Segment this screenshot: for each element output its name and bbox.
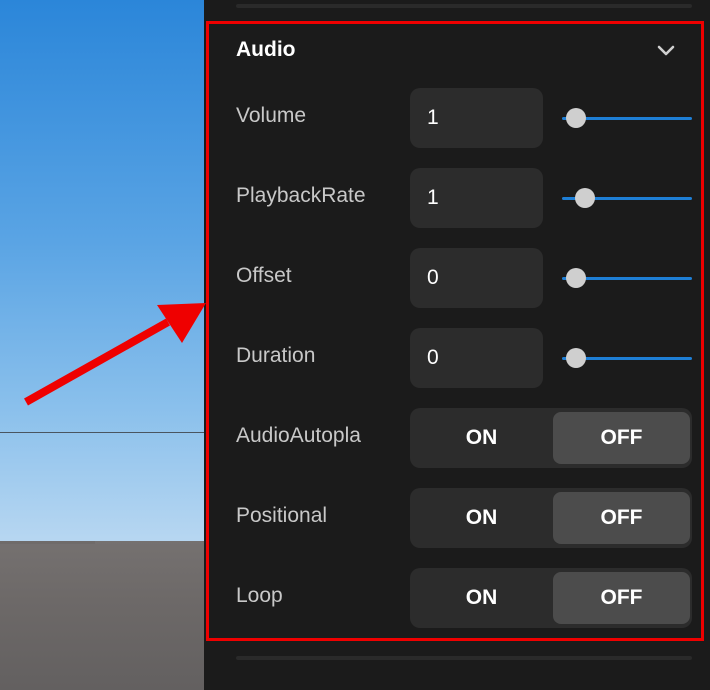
chevron-down-icon[interactable] xyxy=(656,44,676,58)
volume-input[interactable]: 1 xyxy=(410,88,543,148)
positional-off-button[interactable]: OFF xyxy=(553,492,690,544)
3d-viewport[interactable] xyxy=(0,0,204,690)
autoplay-off-button[interactable]: OFF xyxy=(553,412,690,464)
slider-thumb[interactable] xyxy=(575,188,596,208)
duration-label: Duration xyxy=(236,344,316,367)
slider-thumb[interactable] xyxy=(566,348,587,368)
slider-thumb[interactable] xyxy=(566,268,587,288)
playback-rate-label: PlaybackRate xyxy=(236,184,366,207)
playback-rate-slider[interactable] xyxy=(562,188,692,208)
offset-input[interactable]: 0 xyxy=(410,248,543,308)
volume-slider[interactable] xyxy=(562,108,692,128)
volume-label: Volume xyxy=(236,104,307,127)
section-divider-bottom xyxy=(236,656,692,660)
loop-on-button[interactable]: ON xyxy=(410,568,553,628)
offset-slider[interactable] xyxy=(562,268,692,288)
duration-slider[interactable] xyxy=(562,348,692,368)
loop-off-button[interactable]: OFF xyxy=(553,572,690,624)
horizon-line xyxy=(0,432,204,433)
section-divider-top xyxy=(236,4,692,8)
duration-input[interactable]: 0 xyxy=(410,328,543,388)
loop-label: Loop xyxy=(236,584,283,607)
positional-toggle: ON OFF xyxy=(410,488,692,548)
slider-thumb[interactable] xyxy=(566,108,587,128)
ground-edge xyxy=(0,541,95,544)
positional-on-button[interactable]: ON xyxy=(410,488,553,548)
ground-plane xyxy=(0,541,204,690)
audio-autoplay-toggle: ON OFF xyxy=(410,408,692,468)
audio-autoplay-label: AudioAutopla xyxy=(236,424,361,447)
loop-toggle: ON OFF xyxy=(410,568,692,628)
section-title: Audio xyxy=(236,38,296,61)
playback-rate-input[interactable]: 1 xyxy=(410,168,543,228)
offset-label: Offset xyxy=(236,264,292,287)
positional-label: Positional xyxy=(236,504,328,527)
autoplay-on-button[interactable]: ON xyxy=(410,408,553,468)
